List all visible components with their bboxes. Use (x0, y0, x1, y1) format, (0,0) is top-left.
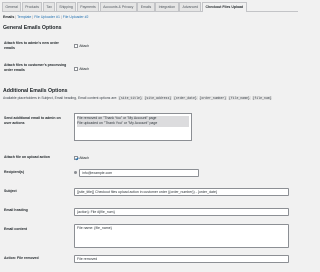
help-tip-icon[interactable] (74, 170, 78, 174)
customer-attach-control: Attach (74, 66, 89, 71)
placeholders-list: {site_title} {site_address} {order_date} {o… (118, 96, 273, 100)
placeholder-code: {file_num} (251, 96, 273, 100)
attach-on-upload-checkbox[interactable] (74, 155, 78, 160)
tab-tax[interactable]: Tax (43, 2, 56, 11)
action-file-removed-input[interactable]: File removed (74, 255, 289, 263)
email-heading-control: {action}: File #{file_num} (74, 208, 289, 216)
subject-control: [{site_title}] Checkout files upload act… (74, 188, 289, 196)
admin-attach-label: Attach files to admin's new order emails (4, 41, 59, 50)
customer-attach-checkbox[interactable] (74, 66, 78, 71)
email-heading-label: Email heading (4, 208, 28, 212)
user-action-option[interactable]: File uploaded on "Thank You" or "My Acco… (77, 121, 189, 127)
section-subnav: Emails | Template | File Uploader #1 | F… (3, 15, 88, 19)
attach-on-upload-control: Attach (74, 155, 89, 160)
attach-on-upload-label: Attach file on upload action (4, 155, 50, 159)
subnav-separator: | (60, 15, 62, 19)
action-file-removed-control: File removed (74, 255, 289, 263)
subnav-file-uploader-1[interactable]: File Uploader #1 (34, 15, 60, 19)
subnav-emails[interactable]: Emails (3, 15, 14, 19)
send-additional-email-control: File removed on "Thank You" or "My Accou… (74, 113, 192, 141)
subject-label: Subject (4, 189, 17, 193)
admin-attach-checkbox[interactable] (74, 43, 78, 48)
admin-attach-control: Attach (74, 43, 89, 48)
tab-products[interactable]: Products (21, 2, 43, 11)
admin-attach-checkbox-label[interactable]: Attach (79, 44, 89, 48)
recipients-control: info@example.com (74, 169, 200, 177)
email-content-label: Email content (4, 227, 27, 231)
placeholders-text: Available placeholders in Subject, Email… (3, 96, 118, 100)
tab-integration[interactable]: Integration (155, 2, 179, 11)
general-emails-heading: General Emails Options (3, 25, 62, 31)
placeholder-code: {site_address} (143, 96, 173, 100)
placeholder-code: {file_name} (228, 96, 251, 100)
email-heading-input[interactable]: {action}: File #{file_num} (74, 208, 289, 216)
tab-advanced[interactable]: Advanced (179, 2, 202, 11)
tab-shipping[interactable]: Shipping (55, 2, 77, 11)
recipients-input[interactable]: info@example.com (79, 169, 200, 177)
subnav-template[interactable]: Template (17, 15, 31, 19)
placeholders-description: Available placeholders in Subject, Email… (3, 96, 297, 102)
email-content-textarea[interactable]: File name: {file_name} (74, 224, 289, 248)
placeholder-code: {order_number} (198, 96, 227, 100)
tab-general[interactable]: General (2, 2, 22, 11)
tab-emails[interactable]: Emails (137, 2, 155, 11)
action-file-removed-label: Action: File removed (4, 256, 39, 260)
customer-attach-label: Attach files to customer's processing or… (4, 63, 67, 72)
additional-emails-heading: Additional Emails Options (3, 88, 68, 94)
placeholder-code: {order_date} (173, 96, 198, 100)
customer-attach-checkbox-label[interactable]: Attach (79, 67, 89, 71)
attach-on-upload-checkbox-label[interactable]: Attach (79, 156, 89, 160)
tab-payments[interactable]: Payments (76, 2, 100, 11)
tab-checkout-files-upload[interactable]: Checkout Files Upload (202, 2, 247, 12)
settings-tabs: General Products Tax Shipping Payments Accoun… (2, 2, 298, 12)
send-additional-email-label: Send additional email to admin on user a… (4, 116, 61, 125)
subnav-file-uploader-2[interactable]: File Uploader #2 (63, 15, 89, 19)
tab-accounts-privacy[interactable]: Accounts & Privacy (99, 2, 137, 11)
subject-input[interactable]: [{site_title}] Checkout files upload act… (74, 188, 289, 196)
user-actions-multiselect[interactable]: File removed on "Thank You" or "My Accou… (74, 113, 192, 141)
email-content-control: File name: {file_name} (74, 224, 289, 248)
recipients-label: Recipient(s) (4, 170, 25, 174)
placeholder-code: {site_title} (118, 96, 143, 100)
